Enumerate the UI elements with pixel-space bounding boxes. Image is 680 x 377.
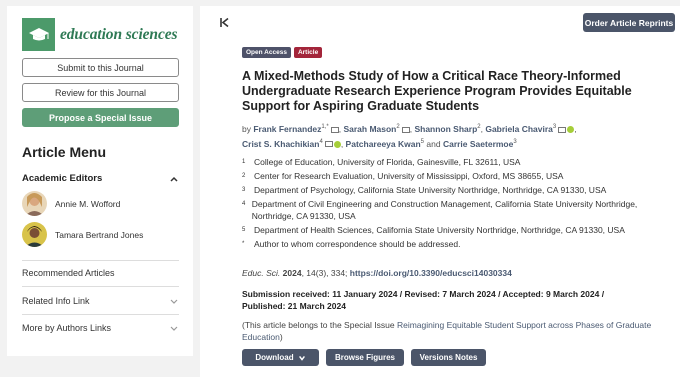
email-icon[interactable]: [324, 141, 333, 148]
affiliation-item: 2 Center for Research Evaluation, Univers…: [242, 171, 564, 181]
authors-prefix: by: [242, 123, 251, 134]
author-link[interactable]: Crist S. Khachikian: [242, 139, 319, 149]
download-button[interactable]: Download: [242, 349, 319, 366]
propose-special-issue-button[interactable]: Propose a Special Issue: [22, 108, 179, 127]
divider: [22, 286, 179, 287]
citation: Educ. Sci. 2024, 14(3), 334; https://doi…: [242, 268, 512, 278]
affiliation-item: 3 Department of Psychology, California St…: [242, 185, 607, 195]
editor-item[interactable]: Annie M. Wofford: [22, 191, 120, 216]
affiliation-item: 4 Department of Civil Engineering and Con…: [242, 199, 638, 221]
email-icon[interactable]: [558, 126, 567, 133]
academic-editors-toggle[interactable]: Academic Editors: [22, 173, 179, 184]
avatar: [22, 222, 47, 247]
academic-editors-label: Academic Editors: [22, 173, 103, 184]
author-link[interactable]: Carrie Saetermoe: [443, 139, 513, 149]
affiliation-item: 1 College of Education, University of Flo…: [242, 157, 521, 167]
submit-to-journal-button[interactable]: Submit to this Journal: [22, 58, 179, 77]
chevron-down-icon: [170, 299, 178, 304]
email-icon[interactable]: [330, 126, 339, 133]
journal-name: education sciences: [60, 25, 178, 43]
chevron-down-icon: [298, 355, 305, 361]
journal-logo[interactable]: education sciences: [22, 18, 178, 51]
sidebar-item-label: More by Authors Links: [22, 323, 112, 333]
open-access-badge: Open Access: [242, 47, 291, 58]
authors-and: and: [426, 138, 441, 149]
article-panel: Order Article Reprints Open Access Artic…: [200, 6, 680, 377]
article-actions: Download Browse Figures Versions Notes: [242, 349, 486, 366]
editor-item[interactable]: Tamara Bertrand Jones: [22, 222, 143, 247]
article-title: A Mixed-Methods Study of How a Critical …: [242, 69, 632, 113]
author-link[interactable]: Sarah Mason: [343, 124, 396, 134]
affiliations: 1 College of Education, University of Flo…: [242, 156, 652, 252]
sidebar: education sciences Submit to this Journa…: [7, 6, 193, 356]
sidebar-item-more-by-authors[interactable]: More by Authors Links: [22, 323, 179, 333]
sidebar-item-related-info[interactable]: Related Info Link: [22, 296, 179, 306]
author-link[interactable]: Shannon Sharp: [414, 124, 477, 134]
versions-notes-button[interactable]: Versions Notes: [411, 349, 486, 366]
author-link[interactable]: Patchareeya Kwan: [346, 139, 421, 149]
email-icon[interactable]: [401, 126, 410, 133]
order-reprints-button[interactable]: Order Article Reprints: [583, 13, 675, 32]
review-for-journal-button[interactable]: Review for this Journal: [22, 83, 179, 102]
article-menu-title: Article Menu: [22, 144, 107, 160]
chevron-down-icon: [170, 326, 178, 331]
editor-name: Annie M. Wofford: [55, 198, 121, 209]
special-issue-note: (This article belongs to the Special Iss…: [242, 320, 652, 342]
doi-link[interactable]: https://doi.org/10.3390/educsci14030334: [350, 268, 512, 278]
affiliation-item: * Author to whom correspondence should be…: [242, 239, 461, 249]
avatar: [22, 191, 47, 216]
sidebar-item-label: Recommended Articles: [22, 268, 115, 278]
graduation-cap-icon: [22, 18, 55, 51]
orcid-icon[interactable]: [567, 126, 575, 134]
divider: [22, 314, 179, 315]
collapse-left-icon[interactable]: [219, 16, 230, 31]
chevron-up-icon: [170, 176, 178, 182]
sidebar-item-label: Related Info Link: [22, 296, 90, 306]
divider: [22, 260, 179, 261]
orcid-icon[interactable]: [333, 140, 341, 148]
browse-figures-button[interactable]: Browse Figures: [326, 349, 404, 366]
article-type-badge: Article: [293, 47, 323, 58]
article-badges: Open Access Article: [242, 47, 323, 58]
publication-dates: Submission received: 11 January 2024 / R…: [242, 289, 605, 311]
editor-name: Tamara Bertrand Jones: [55, 229, 144, 240]
author-link[interactable]: Gabriela Chavira: [485, 124, 553, 134]
sidebar-item-recommended-articles[interactable]: Recommended Articles: [22, 268, 179, 278]
affiliation-item: 5 Department of Health Sciences, Californ…: [242, 225, 625, 235]
author-link[interactable]: Frank Fernandez: [253, 124, 321, 134]
author-list: by Frank Fernandez1,*, Sarah Mason2, Sha…: [242, 123, 577, 149]
